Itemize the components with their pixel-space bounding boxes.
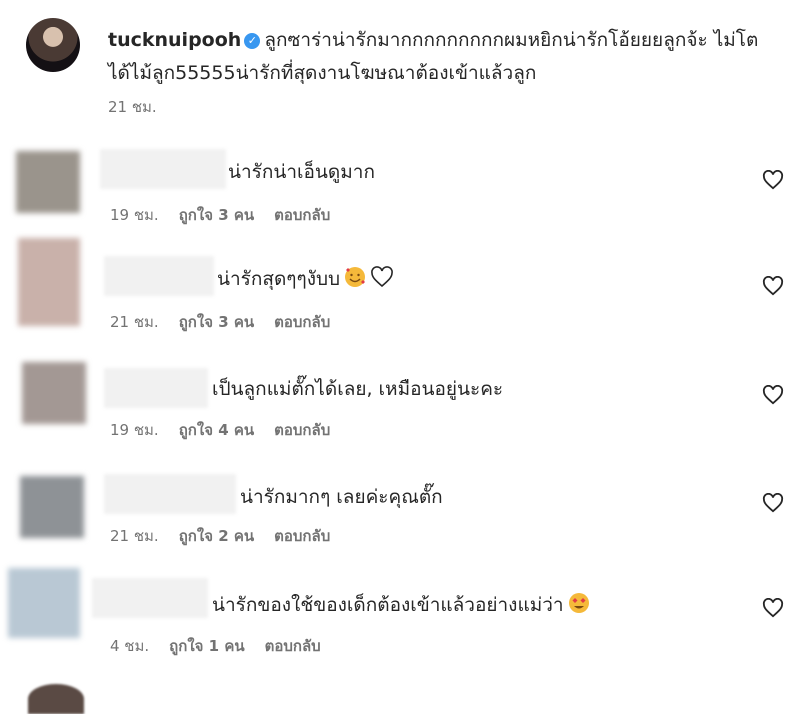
comment-time[interactable]: 21 ชม. xyxy=(110,313,159,331)
post-timestamp[interactable]: 21 ชม. xyxy=(108,95,157,119)
next-comment-avatar[interactable] xyxy=(28,684,84,714)
comment-avatar[interactable] xyxy=(20,476,84,538)
comment-item: เป็นลูกแม่ตั๊กได้เลย, เหมือนอยู่นะคะ 19 … xyxy=(0,360,800,470)
comment-time[interactable]: 21 ชม. xyxy=(110,527,159,545)
comment-meta: 21 ชม. ถูกใจ 2 คน ตอบกลับ xyxy=(110,524,350,548)
comment-avatar[interactable] xyxy=(8,568,80,638)
reply-button[interactable]: ตอบกลับ xyxy=(265,637,321,655)
comment-username-blurred[interactable] xyxy=(104,368,208,408)
reply-button[interactable]: ตอบกลับ xyxy=(274,527,330,545)
comment-avatar[interactable] xyxy=(22,362,86,424)
comment-text: น่ารักน่าเอ็นดูมาก xyxy=(228,161,375,183)
comment-time[interactable]: 19 ชม. xyxy=(110,206,159,224)
comment-username-blurred[interactable] xyxy=(104,256,214,296)
like-heart-icon[interactable] xyxy=(762,170,784,190)
reply-button[interactable]: ตอบกลับ xyxy=(274,421,330,439)
comment-text: น่ารักมากๆ เลยค่ะคุณตั๊ก xyxy=(240,486,443,508)
post-caption: tucknuipooh ✓ ลูกซาร่าน่ารักมากกกกกกกกกผมห… xyxy=(108,24,768,90)
post-username[interactable]: tucknuipooh xyxy=(108,29,241,51)
like-heart-icon[interactable] xyxy=(762,385,784,405)
comment-meta: 19 ชม. ถูกใจ 4 คน ตอบกลับ xyxy=(110,418,350,442)
comment-meta: 21 ชม. ถูกใจ 3 คน ตอบกลับ xyxy=(110,310,350,334)
reply-button[interactable]: ตอบกลับ xyxy=(274,313,330,331)
post-caption-block: tucknuipooh ✓ ลูกซาร่าน่ารักมากกกกกกกกกผมห… xyxy=(0,0,800,130)
post-author-avatar[interactable] xyxy=(26,18,80,72)
comment-likes[interactable]: ถูกใจ 3 คน xyxy=(179,206,254,224)
comment-item: น่ารักมากๆ เลยค่ะคุณตั๊ก 21 ชม. ถูกใจ 2 ค… xyxy=(0,468,800,578)
comment-avatar[interactable] xyxy=(18,238,80,326)
comment-time[interactable]: 4 ชม. xyxy=(110,637,149,655)
like-heart-icon[interactable] xyxy=(762,276,784,296)
heart-eyes-emoji-icon xyxy=(568,592,590,621)
comment-meta: 4 ชม. ถูกใจ 1 คน ตอบกลับ xyxy=(110,634,341,658)
comment-item: น่ารักของใช้ของเด็กต้องเข้าแล้วอย่างแม่ว… xyxy=(0,566,800,676)
comment-text-content: น่ารักสุดๆๆงับบ xyxy=(217,268,341,290)
comment-username-blurred[interactable] xyxy=(92,578,208,618)
comment-meta: 19 ชม. ถูกใจ 3 คน ตอบกลับ xyxy=(110,203,350,227)
comment-username-blurred[interactable] xyxy=(100,149,226,189)
comment-text: เป็นลูกแม่ตั๊กได้เลย, เหมือนอยู่นะคะ xyxy=(212,378,504,400)
like-heart-icon[interactable] xyxy=(762,598,784,618)
like-heart-icon[interactable] xyxy=(762,493,784,513)
comment-likes[interactable]: ถูกใจ 2 คน xyxy=(179,527,254,545)
comment-text: น่ารักของใช้ของเด็กต้องเข้าแล้วอย่างแม่ว… xyxy=(212,592,590,621)
comment-text: น่ารักสุดๆๆงับบ xyxy=(217,266,394,295)
comment-time[interactable]: 19 ชม. xyxy=(110,421,159,439)
verified-badge-icon: ✓ xyxy=(244,33,261,49)
reply-button[interactable]: ตอบกลับ xyxy=(274,206,330,224)
comment-avatar[interactable] xyxy=(16,151,80,213)
comment-likes[interactable]: ถูกใจ 3 คน xyxy=(179,313,254,331)
heart-outline-icon xyxy=(370,266,394,295)
smiling-hearts-emoji-icon xyxy=(344,266,366,295)
comment-item: น่ารักสุดๆๆงับบ 21 ชม. ถูกใจ 3 คน ตอบกลับ xyxy=(0,238,800,348)
comment-likes[interactable]: ถูกใจ 4 คน xyxy=(179,421,254,439)
comment-text-content: น่ารักของใช้ของเด็กต้องเข้าแล้วอย่างแม่ว… xyxy=(212,594,564,616)
comment-username-blurred[interactable] xyxy=(104,474,236,514)
comment-likes[interactable]: ถูกใจ 1 คน xyxy=(169,637,244,655)
